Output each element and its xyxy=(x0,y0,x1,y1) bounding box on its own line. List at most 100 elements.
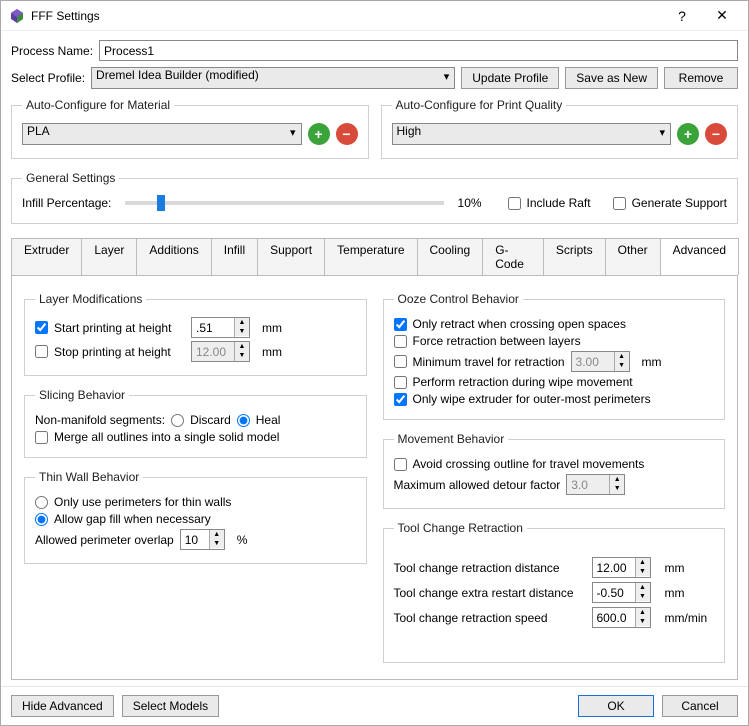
tc-extra-label: Tool change extra restart distance xyxy=(394,586,584,600)
close-button[interactable]: ✕ xyxy=(702,7,742,24)
heal-label: Heal xyxy=(256,413,281,427)
discard-label: Discard xyxy=(190,413,231,427)
tc-speed-spinner[interactable]: ▲▼ xyxy=(592,607,651,628)
perimeter-overlap-unit: % xyxy=(237,533,248,547)
merge-outlines-label: Merge all outlines into a single solid m… xyxy=(54,430,279,444)
only-wipe-checkbox[interactable] xyxy=(394,393,407,406)
stop-printing-checkbox[interactable] xyxy=(35,345,48,358)
tab-scripts[interactable]: Scripts xyxy=(543,238,606,275)
auto-configure-material-legend: Auto-Configure for Material xyxy=(22,98,174,112)
ok-button[interactable]: OK xyxy=(578,695,654,717)
hide-advanced-button[interactable]: Hide Advanced xyxy=(11,695,114,717)
tc-extra-unit: mm xyxy=(665,586,685,600)
app-logo-icon xyxy=(9,8,25,24)
perimeter-overlap-spinner[interactable]: ▲▼ xyxy=(180,529,225,550)
min-travel-checkbox[interactable] xyxy=(394,355,407,368)
add-material-button[interactable]: + xyxy=(308,123,330,145)
start-height-unit: mm xyxy=(262,321,282,335)
min-travel-label: Minimum travel for retraction xyxy=(413,355,565,369)
heal-radio[interactable] xyxy=(237,414,250,427)
avoid-crossing-checkbox[interactable] xyxy=(394,458,407,471)
save-as-new-button[interactable]: Save as New xyxy=(565,67,658,89)
tab-cooling[interactable]: Cooling xyxy=(417,238,484,275)
only-retract-checkbox[interactable] xyxy=(394,318,407,331)
perimeter-overlap-label: Allowed perimeter overlap xyxy=(35,533,174,547)
layer-modifications-group: Layer Modifications Start printing at he… xyxy=(24,292,367,376)
tab-temperature[interactable]: Temperature xyxy=(324,238,417,275)
thin-wall-behavior-group: Thin Wall Behavior Only use perimeters f… xyxy=(24,470,367,564)
gap-fill-label: Allow gap fill when necessary xyxy=(54,512,211,526)
remove-material-button[interactable]: − xyxy=(336,123,358,145)
only-wipe-label: Only wipe extruder for outer-most perime… xyxy=(413,392,651,406)
stop-height-unit: mm xyxy=(262,345,282,359)
process-name-input[interactable] xyxy=(99,40,738,61)
ooze-control-legend: Ooze Control Behavior xyxy=(394,292,523,306)
quality-select[interactable]: High xyxy=(392,123,672,145)
tab-support[interactable]: Support xyxy=(257,238,325,275)
tab-advanced[interactable]: Advanced xyxy=(660,238,739,275)
tab-layer[interactable]: Layer xyxy=(81,238,137,275)
auto-configure-quality-legend: Auto-Configure for Print Quality xyxy=(392,98,567,112)
merge-outlines-checkbox[interactable] xyxy=(35,431,48,444)
tc-speed-unit: mm/min xyxy=(665,611,708,625)
process-name-label: Process Name: xyxy=(11,44,93,58)
start-height-spinner[interactable]: ▲▼ xyxy=(191,317,250,338)
include-raft-label: Include Raft xyxy=(527,196,591,210)
infill-slider[interactable] xyxy=(125,201,443,205)
tc-distance-spinner[interactable]: ▲▼ xyxy=(592,557,651,578)
detour-factor-spinner: ▲▼ xyxy=(566,474,625,495)
start-printing-label: Start printing at height xyxy=(54,321,171,335)
add-quality-button[interactable]: + xyxy=(677,123,699,145)
perform-wipe-label: Perform retraction during wipe movement xyxy=(413,375,633,389)
perform-wipe-checkbox[interactable] xyxy=(394,376,407,389)
select-models-button[interactable]: Select Models xyxy=(122,695,219,717)
general-settings-legend: General Settings xyxy=(22,171,119,185)
auto-configure-quality-group: Auto-Configure for Print Quality High + … xyxy=(381,98,739,159)
remove-quality-button[interactable]: − xyxy=(705,123,727,145)
tab-infill[interactable]: Infill xyxy=(211,238,258,275)
layer-modifications-legend: Layer Modifications xyxy=(35,292,146,306)
generate-support-checkbox[interactable] xyxy=(613,197,626,210)
help-button[interactable]: ? xyxy=(662,8,702,24)
infill-slider-thumb[interactable] xyxy=(157,195,165,211)
profile-select[interactable]: Dremel Idea Builder (modified) xyxy=(91,67,455,89)
window-title: FFF Settings xyxy=(31,9,662,23)
tab-extruder[interactable]: Extruder xyxy=(11,238,82,275)
tc-distance-label: Tool change retraction distance xyxy=(394,561,584,575)
movement-behavior-legend: Movement Behavior xyxy=(394,432,509,446)
slicing-behavior-group: Slicing Behavior Non-manifold segments: … xyxy=(24,388,367,458)
tool-change-retraction-legend: Tool Change Retraction xyxy=(394,521,527,535)
generate-support-label: Generate Support xyxy=(632,196,727,210)
cancel-button[interactable]: Cancel xyxy=(662,695,738,717)
start-printing-checkbox[interactable] xyxy=(35,321,48,334)
force-retraction-checkbox[interactable] xyxy=(394,335,407,348)
tab-other[interactable]: Other xyxy=(605,238,661,275)
gap-fill-radio[interactable] xyxy=(35,513,48,526)
remove-profile-button[interactable]: Remove xyxy=(664,67,738,89)
thin-wall-behavior-legend: Thin Wall Behavior xyxy=(35,470,143,484)
ooze-control-group: Ooze Control Behavior Only retract when … xyxy=(383,292,726,420)
include-raft-checkbox[interactable] xyxy=(508,197,521,210)
update-profile-button[interactable]: Update Profile xyxy=(461,67,559,89)
infill-percentage-value: 10% xyxy=(458,196,482,210)
stop-printing-label: Stop printing at height xyxy=(54,345,171,359)
tc-extra-spinner[interactable]: ▲▼ xyxy=(592,582,651,603)
movement-behavior-group: Movement Behavior Avoid crossing outline… xyxy=(383,432,726,509)
general-settings-group: General Settings Infill Percentage: 10% … xyxy=(11,171,738,224)
only-retract-label: Only retract when crossing open spaces xyxy=(413,317,626,331)
detour-factor-label: Maximum allowed detour factor xyxy=(394,478,561,492)
min-travel-unit: mm xyxy=(642,355,662,369)
material-select[interactable]: PLA xyxy=(22,123,302,145)
non-manifold-label: Non-manifold segments: xyxy=(35,413,165,427)
tab-additions[interactable]: Additions xyxy=(136,238,211,275)
tab-g-code[interactable]: G-Code xyxy=(482,238,544,275)
discard-radio[interactable] xyxy=(171,414,184,427)
stop-height-spinner: ▲▼ xyxy=(191,341,250,362)
perimeters-only-radio[interactable] xyxy=(35,496,48,509)
tc-distance-unit: mm xyxy=(665,561,685,575)
perimeters-only-label: Only use perimeters for thin walls xyxy=(54,495,231,509)
tc-speed-label: Tool change retraction speed xyxy=(394,611,584,625)
tool-change-retraction-group: Tool Change Retraction Tool change retra… xyxy=(383,521,726,663)
infill-percentage-label: Infill Percentage: xyxy=(22,196,111,210)
min-travel-spinner: ▲▼ xyxy=(571,351,630,372)
